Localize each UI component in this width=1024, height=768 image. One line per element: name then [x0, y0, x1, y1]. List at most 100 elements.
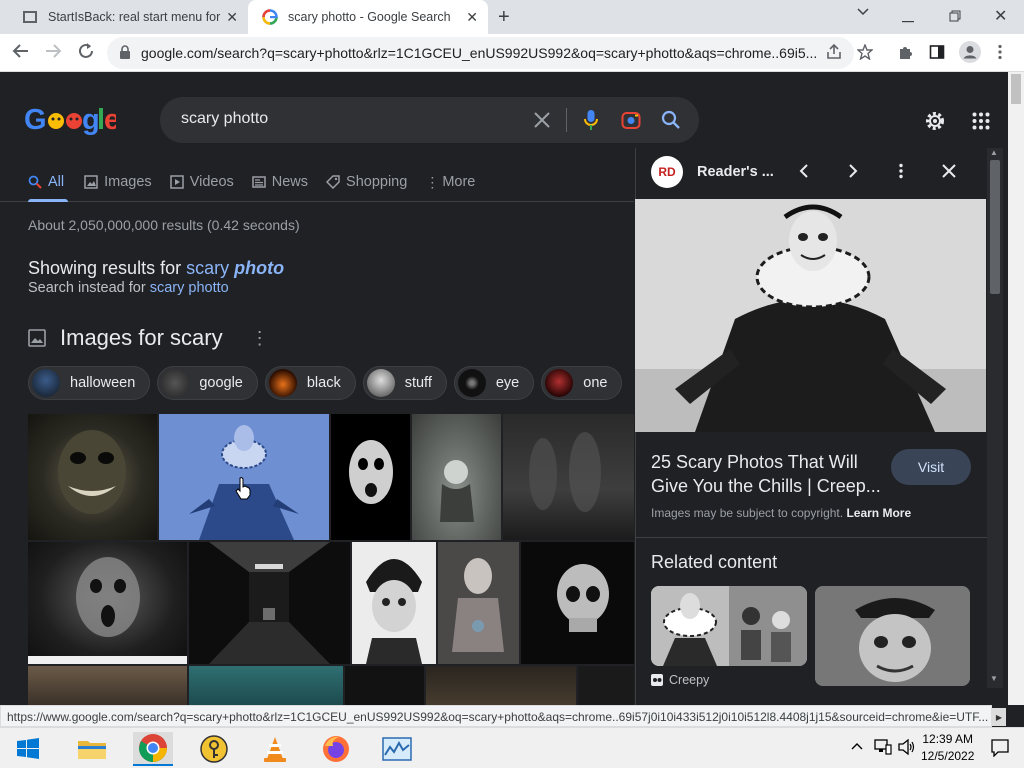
file-explorer-app[interactable]	[72, 732, 112, 766]
bookmark-star-icon[interactable]	[856, 43, 874, 65]
scroll-down-icon[interactable]: ▼	[990, 674, 998, 683]
lens-search-icon[interactable]	[621, 110, 641, 135]
google-logo[interactable]: G g l e	[24, 104, 121, 144]
close-window-icon[interactable]: ✕	[994, 6, 1007, 26]
settings-gear-icon[interactable]	[924, 110, 946, 137]
chip-thumbnail	[457, 369, 486, 397]
tab-google-search[interactable]: scary photto - Google Search ✕	[248, 0, 488, 34]
image-result-clown-figure[interactable]	[438, 542, 519, 664]
image-result-partial-2[interactable]	[189, 666, 343, 705]
chip-halloween[interactable]: halloween	[28, 366, 151, 400]
image-result-partial-3[interactable]	[345, 666, 424, 705]
tab-startisback[interactable]: StartIsBack: real start menu for W ✕	[8, 0, 248, 34]
preview-image[interactable]	[635, 199, 986, 432]
tab-images[interactable]: Images	[84, 172, 152, 192]
chip-thumbnail	[268, 369, 297, 397]
extensions-icon[interactable]	[897, 44, 913, 65]
page-scrollbar[interactable]	[1008, 72, 1024, 705]
forward-icon[interactable]	[44, 42, 62, 65]
start-button[interactable]	[8, 732, 48, 766]
play-icon	[169, 175, 184, 189]
chip-google[interactable]: google	[157, 366, 258, 400]
scroll-up-icon[interactable]: ▲	[990, 148, 998, 157]
minimize-icon[interactable]	[902, 10, 914, 26]
chip-stuff[interactable]: stuff	[362, 366, 447, 400]
original-query-link[interactable]: scary photto	[150, 280, 229, 296]
close-tab-icon[interactable]: ✕	[226, 9, 238, 25]
image-result-grinning-face[interactable]	[28, 414, 157, 540]
network-icon[interactable]	[874, 739, 892, 760]
back-icon[interactable]	[12, 42, 30, 65]
learn-more-link[interactable]: Learn More	[846, 506, 911, 520]
preview-title[interactable]: 25 Scary Photos That Will Give You the C…	[651, 450, 881, 498]
chip-eye[interactable]: eye	[453, 366, 535, 400]
google-favicon-icon	[262, 9, 278, 25]
next-image-icon[interactable]	[847, 163, 859, 184]
key-icon	[200, 735, 228, 763]
new-tab-icon[interactable]: +	[498, 6, 510, 28]
clear-search-icon[interactable]	[533, 111, 551, 134]
tab-all[interactable]: All	[28, 172, 64, 192]
volume-icon[interactable]	[898, 738, 916, 760]
search-box[interactable]: scary photto	[160, 97, 699, 143]
tab-shopping[interactable]: Shopping	[326, 172, 407, 192]
corrected-query-link[interactable]: scary photo	[186, 258, 284, 278]
image-result-ghost-face[interactable]	[28, 542, 187, 664]
image-result-partial-1[interactable]	[28, 666, 187, 705]
related-content-heading: Related content	[651, 552, 778, 572]
image-icon	[28, 329, 46, 347]
related-image-clowns[interactable]	[651, 586, 807, 666]
image-result-dark-room[interactable]	[189, 542, 350, 664]
browser-menu-icon[interactable]	[997, 44, 1003, 65]
vlc-cone-icon	[264, 737, 286, 762]
notifications-icon[interactable]	[991, 739, 1009, 762]
svg-text:l: l	[97, 104, 104, 136]
panel-more-options-icon[interactable]	[898, 163, 904, 184]
google-apps-icon[interactable]	[972, 112, 990, 135]
share-icon[interactable]	[826, 43, 842, 65]
tab-videos[interactable]: Videos	[169, 172, 234, 192]
reload-icon[interactable]	[77, 42, 95, 65]
panel-scrollbar-thumb[interactable]	[990, 160, 1000, 294]
system-clock[interactable]: 12:39 AM 12/5/2022	[921, 731, 974, 765]
section-options-icon[interactable]: ⋮	[251, 328, 269, 349]
image-result-dark-figures[interactable]	[503, 414, 634, 540]
related-caption[interactable]: Creepy	[651, 673, 709, 687]
panel-scrollbar[interactable]: ▲ ▼	[987, 148, 1003, 688]
image-result-partial-5[interactable]	[578, 666, 634, 705]
panel-source[interactable]: RD Reader's ...	[651, 156, 774, 188]
browser-toolbar: google.com/search?q=scary+photto&rlz=1C1…	[0, 34, 1024, 72]
chip-one[interactable]: one	[541, 366, 623, 400]
restore-icon[interactable]	[949, 9, 961, 25]
show-hidden-icons[interactable]	[851, 741, 863, 754]
search-icon[interactable]	[661, 110, 681, 135]
previous-image-icon[interactable]	[798, 163, 810, 184]
keepass-app[interactable]	[194, 732, 234, 766]
firefox-app[interactable]	[316, 732, 356, 766]
search-query[interactable]: scary photto	[181, 110, 268, 128]
vlc-app[interactable]	[255, 732, 295, 766]
image-result-partial-4[interactable]	[426, 666, 576, 705]
address-bar[interactable]: google.com/search?q=scary+photto&rlz=1C1…	[107, 37, 854, 69]
voice-search-icon[interactable]	[584, 109, 598, 136]
tab-more[interactable]: ⋮ More	[425, 172, 475, 192]
tabs-divider	[0, 201, 634, 202]
chrome-app[interactable]	[133, 732, 173, 766]
visit-button[interactable]: Visit	[891, 449, 971, 485]
related-image-clown-face[interactable]	[815, 586, 970, 686]
image-result-pale-face[interactable]	[331, 414, 410, 540]
resource-monitor-app[interactable]	[377, 732, 417, 766]
close-panel-icon[interactable]	[941, 163, 957, 184]
close-tab-icon[interactable]: ✕	[466, 9, 478, 25]
image-result-crouching-figure[interactable]	[412, 414, 501, 540]
image-result-pale-boy[interactable]	[352, 542, 436, 664]
side-panel-icon[interactable]	[929, 44, 945, 65]
tab-news[interactable]: News	[252, 172, 308, 192]
profile-avatar[interactable]	[959, 41, 981, 68]
source-name: Reader's ...	[697, 164, 774, 180]
chip-black[interactable]: black	[264, 366, 356, 400]
page-scrollbar-thumb[interactable]	[1011, 74, 1021, 104]
tab-search-icon[interactable]	[856, 4, 870, 21]
image-result-skull[interactable]	[521, 542, 634, 664]
scroll-right-icon[interactable]: ▶	[992, 708, 1006, 726]
